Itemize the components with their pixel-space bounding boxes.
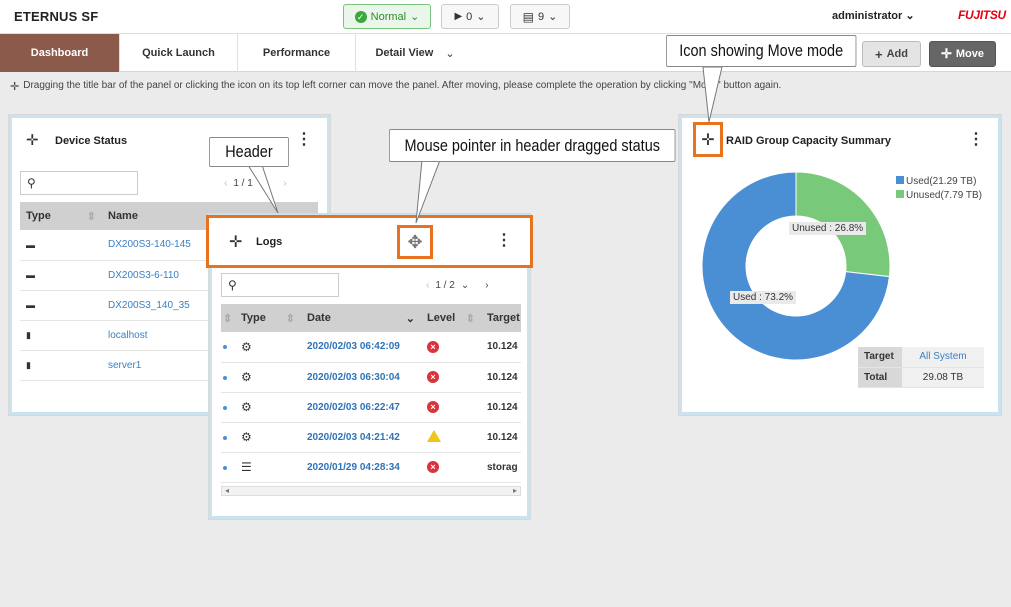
callout-header: Header	[209, 137, 289, 167]
callout-pointer: Mouse pointer in header dragged status	[389, 129, 676, 162]
callout-leaders	[247, 66, 723, 224]
pointer-callout-tail	[415, 159, 441, 224]
callout-move-mode: Icon showing Move mode	[666, 35, 857, 67]
header-callout-tail	[247, 164, 279, 214]
move-mode-callout-tail	[702, 66, 723, 123]
